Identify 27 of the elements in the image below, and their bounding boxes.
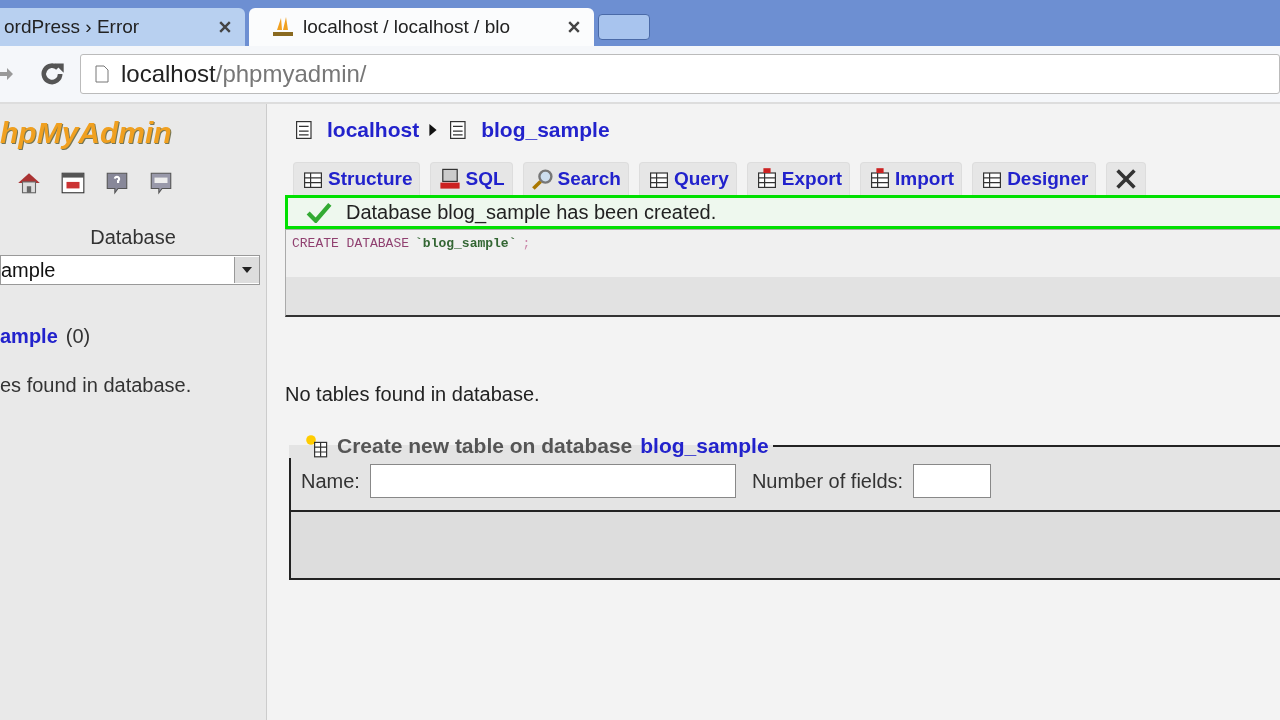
browser-tab[interactable]: ordPress › Error: [0, 8, 245, 46]
success-message: Database blog_sample has been created.: [285, 195, 1280, 229]
no-tables-message: No tables found in database.: [285, 383, 540, 406]
tab[interactable]: Search: [522, 162, 629, 195]
tab[interactable]: SQL: [430, 162, 513, 195]
table-count: (0): [65, 325, 91, 348]
panel-legend: Create new table on database: [337, 434, 633, 458]
name-label: Name:: [301, 469, 360, 493]
sql-identifier: `blog_sample`: [415, 236, 517, 251]
fields-label: Number of fields:: [751, 469, 904, 493]
address-bar[interactable]: localhost/phpmyadmin/: [80, 54, 1280, 94]
empty-message: es found in database.: [0, 374, 192, 397]
database-link[interactable]: blog_sample: [640, 434, 769, 458]
database-label: Database: [90, 226, 176, 249]
logo-text: hpMyAdmin: [0, 116, 172, 150]
sql-terminator: ;: [522, 236, 531, 251]
tab[interactable]: Query: [638, 162, 737, 195]
tab[interactable]: Export: [746, 162, 850, 195]
database-select[interactable]: ample: [0, 255, 260, 285]
sql-keyword: CREATE DATABASE: [292, 236, 410, 251]
database-link[interactable]: ample: [0, 325, 58, 348]
breadcrumb-link[interactable]: blog_sample: [481, 118, 610, 142]
breadcrumb-link[interactable]: localhost: [327, 118, 420, 142]
tab[interactable]: Structure: [293, 162, 421, 195]
tab[interactable]: Import: [860, 162, 963, 195]
tab[interactable]: Designer: [972, 162, 1097, 195]
browser-tab[interactable]: localhost / localhost / blo: [249, 8, 594, 46]
